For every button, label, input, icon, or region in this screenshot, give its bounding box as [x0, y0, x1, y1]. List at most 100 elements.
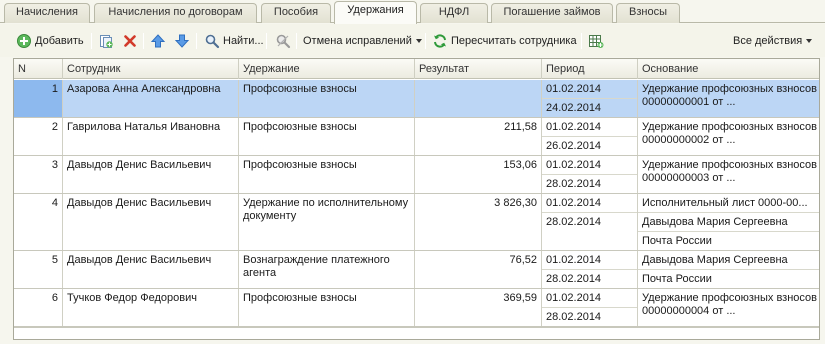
find-button[interactable]: Найти... [204, 32, 264, 50]
find-button-label: Найти... [223, 35, 264, 47]
deductions-table[interactable]: N Сотрудник Удержание Результат Период О… [13, 58, 820, 340]
employee-cell: Тучков Федор Федорович [63, 289, 239, 326]
tab-loan-repayment[interactable]: Погашение займов [491, 3, 613, 23]
tab-accruals[interactable]: Начисления [4, 3, 90, 23]
toolbar: Добавить Найти... Отмена исправлений Пер… [0, 24, 825, 57]
tab-deductions[interactable]: Удержания [334, 1, 417, 24]
toolbar-divider [425, 33, 426, 49]
recalc-employee-button[interactable]: Пересчитать сотрудника [432, 32, 577, 50]
result-cell: 211,58 [415, 118, 542, 155]
column-header-deduction[interactable]: Удержание [239, 59, 415, 79]
period-cell: 01.02.2014 28.02.2014 [542, 156, 638, 193]
column-header-employee[interactable]: Сотрудник [63, 59, 239, 79]
toolbar-divider [143, 33, 144, 49]
basis-payment-agent[interactable]: Почта России [638, 269, 819, 288]
period-start: 01.02.2014 [546, 254, 602, 266]
all-actions-label: Все действия [733, 35, 803, 47]
add-button[interactable]: Добавить [16, 32, 84, 50]
toolbar-divider [581, 33, 582, 49]
column-header-n[interactable]: N [14, 59, 63, 79]
deduction-cell: Профсоюзные взносы [239, 80, 415, 117]
basis-recipient[interactable]: Давыдова Мария Сергеевна [638, 212, 819, 231]
cancel-corrections-label: Отмена исправлений [303, 35, 412, 47]
period-start: 01.02.2014 [546, 121, 602, 133]
table-row[interactable]: 6 Тучков Федор Федорович Профсоюзные взн… [14, 289, 819, 327]
basis-cell[interactable]: Удержание профсоюзных взносов 0000000000… [638, 118, 819, 155]
period-cell: 01.02.2014 28.02.2014 [542, 251, 638, 288]
cancel-search-button[interactable] [275, 32, 291, 50]
basis-recipient[interactable]: Давыдова Мария Сергеевна [638, 251, 819, 270]
table-row[interactable]: 1 Азарова Анна Александровна Профсоюзные… [14, 80, 819, 118]
move-up-icon [150, 33, 166, 49]
table-footer-line [14, 327, 819, 328]
table-row[interactable]: 5 Давыдов Денис Васильевич Вознаграждени… [14, 251, 819, 289]
table-row[interactable]: 3 Давыдов Денис Васильевич Профсоюзные в… [14, 156, 819, 194]
period-start: 01.02.2014 [546, 197, 602, 209]
period-cell: 01.02.2014 26.02.2014 [542, 118, 638, 155]
period-start: 01.02.2014 [546, 292, 602, 304]
tab-contributions[interactable]: Взносы [616, 3, 680, 23]
row-number: 2 [14, 118, 63, 155]
basis-document[interactable]: Исполнительный лист 0000-00... [638, 194, 819, 213]
result-cell [415, 80, 542, 117]
row-number: 5 [14, 251, 63, 288]
chevron-down-icon [415, 39, 422, 43]
toolbar-divider [196, 33, 197, 49]
period-end: 28.02.2014 [542, 269, 637, 288]
period-start: 01.02.2014 [546, 159, 602, 171]
cancel-search-icon [275, 33, 291, 49]
deduction-cell: Профсоюзные взносы [239, 118, 415, 155]
basis-cell[interactable]: Исполнительный лист 0000-00... Давыдова … [638, 194, 819, 250]
table-row[interactable]: 2 Гаврилова Наталья Ивановна Профсоюзные… [14, 118, 819, 156]
add-button-label: Добавить [35, 35, 84, 47]
period-end: 28.02.2014 [542, 212, 637, 231]
table-settings-button[interactable] [588, 32, 604, 50]
period-cell: 01.02.2014 24.02.2014 [542, 80, 638, 117]
period-end: 24.02.2014 [542, 98, 637, 117]
result-cell: 76,52 [415, 251, 542, 288]
deduction-cell: Вознаграждение платежного агента [239, 251, 415, 288]
result-cell: 153,06 [415, 156, 542, 193]
basis-payment-agent[interactable]: Почта России [638, 231, 819, 250]
period-cell: 01.02.2014 28.02.2014 [542, 194, 638, 250]
move-down-button[interactable] [174, 32, 190, 50]
period-end: 28.02.2014 [542, 174, 637, 193]
table-row[interactable]: 4 Давыдов Денис Васильевич Удержание по … [14, 194, 819, 251]
delete-icon [122, 33, 138, 49]
basis-cell[interactable]: Удержание профсоюзных взносов 0000000000… [638, 80, 819, 117]
basis-cell[interactable]: Давыдова Мария Сергеевна Почта России [638, 251, 819, 288]
period-start: 01.02.2014 [546, 83, 602, 95]
tab-contract-accruals[interactable]: Начисления по договорам [94, 3, 257, 23]
period-end: 28.02.2014 [542, 307, 637, 326]
copy-button[interactable] [98, 32, 114, 50]
employee-cell: Азарова Анна Александровна [63, 80, 239, 117]
result-cell: 369,59 [415, 289, 542, 326]
tab-benefits[interactable]: Пособия [261, 3, 331, 23]
column-header-period[interactable]: Период [542, 59, 638, 79]
column-header-result[interactable]: Результат [415, 59, 542, 79]
all-actions-menu[interactable]: Все действия [733, 32, 813, 50]
recalc-icon [432, 33, 448, 49]
row-number: 4 [14, 194, 63, 250]
employee-cell: Давыдов Денис Васильевич [63, 251, 239, 288]
toolbar-divider [91, 33, 92, 49]
recalc-employee-label: Пересчитать сотрудника [451, 35, 577, 47]
employee-cell: Гаврилова Наталья Ивановна [63, 118, 239, 155]
row-number: 6 [14, 289, 63, 326]
basis-cell[interactable]: Удержание профсоюзных взносов 0000000000… [638, 156, 819, 193]
tab-ndfl[interactable]: НДФЛ [420, 3, 488, 23]
period-cell: 01.02.2014 28.02.2014 [542, 289, 638, 326]
move-up-button[interactable] [150, 32, 166, 50]
document-window: Начисления Начисления по договорам Пособ… [0, 0, 825, 344]
tab-bar: Начисления Начисления по договорам Пособ… [0, 0, 825, 24]
table-settings-icon [588, 33, 604, 49]
deduction-cell: Профсоюзные взносы [239, 156, 415, 193]
add-icon [16, 33, 32, 49]
chevron-down-icon [806, 39, 813, 43]
column-header-basis[interactable]: Основание [638, 59, 819, 79]
result-cell: 3 826,30 [415, 194, 542, 250]
delete-button[interactable] [122, 32, 138, 50]
basis-cell[interactable]: Удержание профсоюзных взносов 0000000000… [638, 289, 819, 326]
toolbar-divider [296, 33, 297, 49]
cancel-corrections-menu[interactable]: Отмена исправлений [303, 32, 422, 50]
